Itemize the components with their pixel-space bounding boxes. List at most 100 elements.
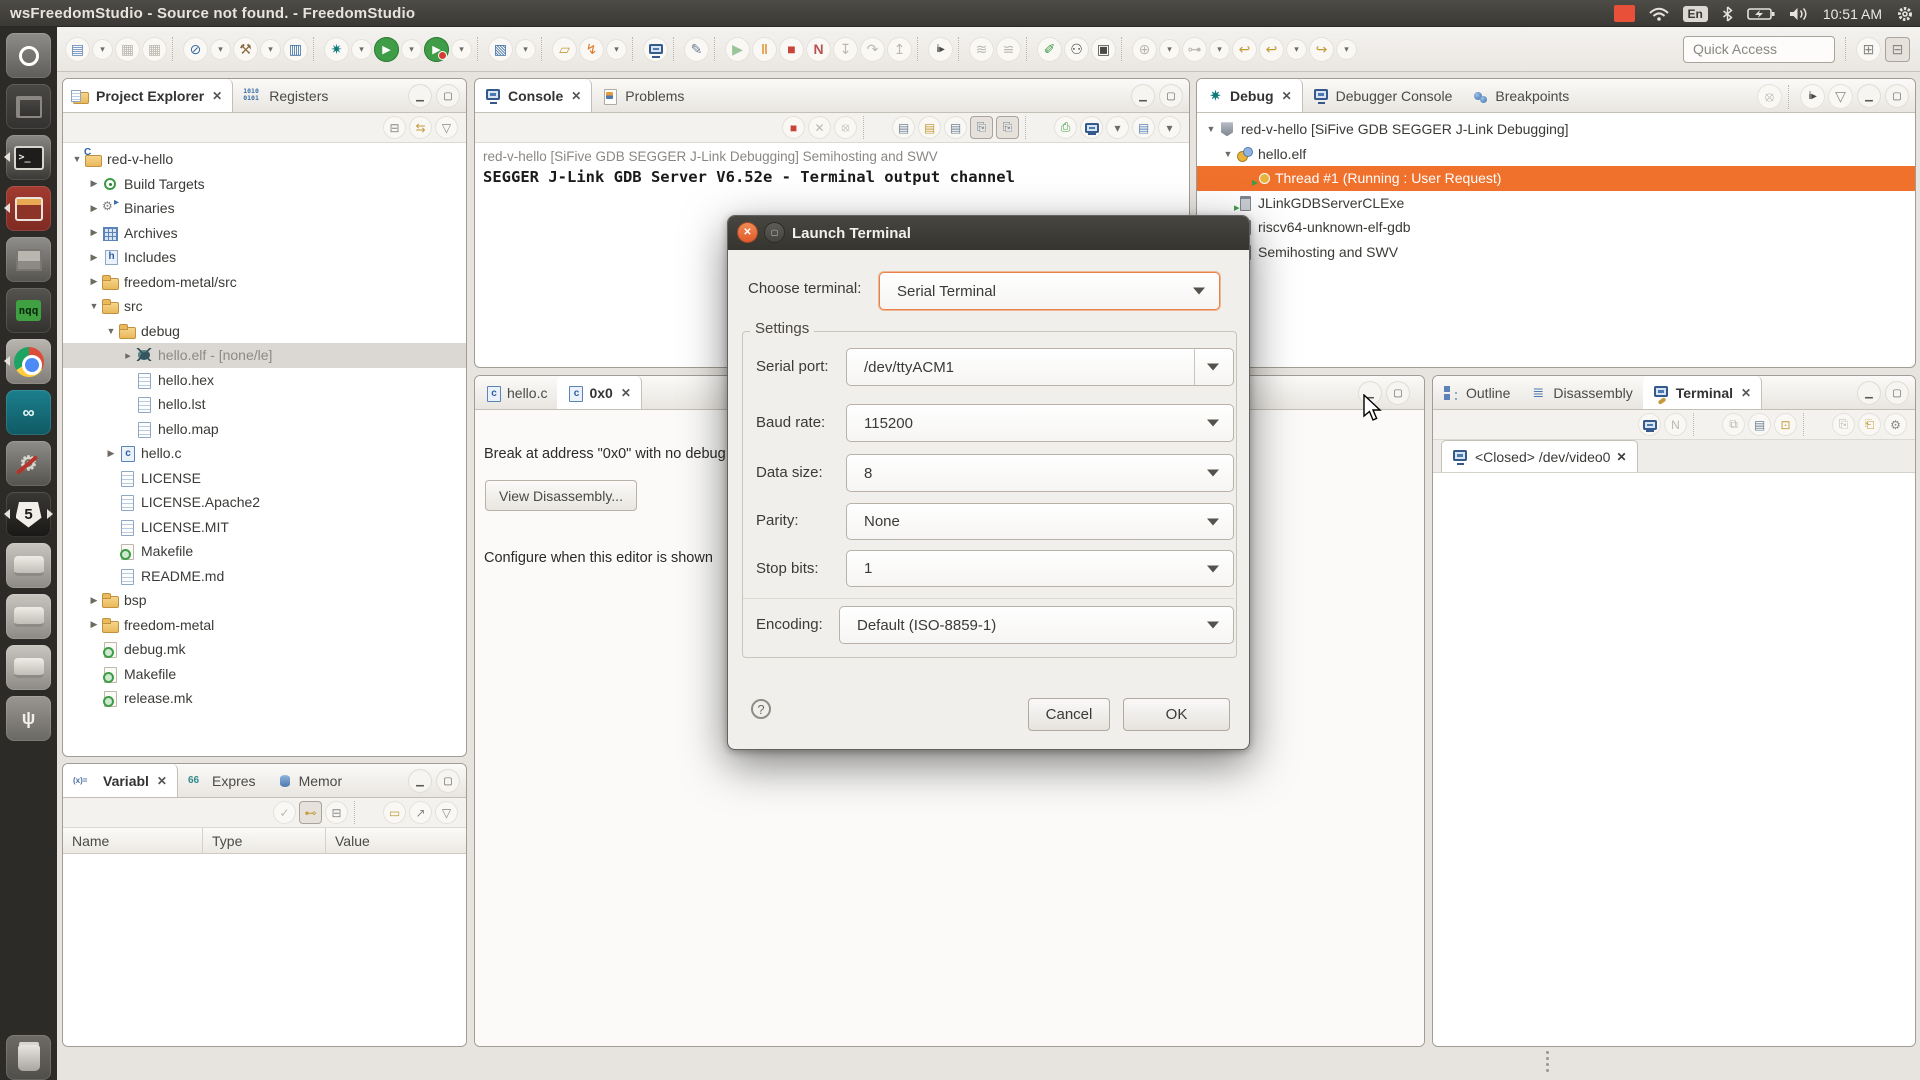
toolbar-icon[interactable]: ▾: [351, 38, 372, 60]
console-tool-icon[interactable]: ▤: [944, 116, 967, 139]
launcher-item[interactable]: [6, 186, 51, 231]
launcher-item[interactable]: >_: [6, 135, 51, 180]
toolbar-icon[interactable]: ▾: [451, 38, 472, 60]
toolbar-icon[interactable]: ▾: [260, 38, 281, 60]
launcher-item[interactable]: [6, 543, 51, 588]
cancel-button[interactable]: Cancel: [1028, 698, 1110, 731]
toolbar-icon[interactable]: [313, 37, 319, 61]
tab-problems[interactable]: Problems: [592, 79, 694, 112]
serial-port-select[interactable]: /dev/ttyACM1: [846, 348, 1234, 386]
tree-item[interactable]: LICENSE.MIT: [63, 515, 466, 540]
toolbar-icon[interactable]: ▾: [515, 38, 536, 60]
tab-outline[interactable]: Outline: [1433, 376, 1520, 409]
tree-item[interactable]: debug.mk: [63, 637, 466, 662]
toolbar-icon[interactable]: ▶: [725, 36, 750, 62]
minimize-button[interactable]: ▁: [1131, 84, 1155, 108]
toolbar-icon[interactable]: ↯: [579, 36, 604, 62]
parity-select[interactable]: None: [846, 503, 1234, 540]
toolbar-icon[interactable]: [172, 37, 178, 61]
variables-tool-icon[interactable]: ⊷: [299, 801, 322, 824]
minimize-button[interactable]: ▁: [1857, 381, 1881, 405]
toolbar-icon[interactable]: ≌: [996, 36, 1021, 62]
tree-item[interactable]: LICENSE.Apache2: [63, 490, 466, 515]
maximize-button[interactable]: ▢: [436, 84, 460, 108]
terminal-tool-icon[interactable]: ⚙: [1884, 413, 1907, 436]
launcher-item[interactable]: ⚙: [6, 441, 51, 486]
terminal-tool-icon[interactable]: [1693, 413, 1716, 436]
twistie[interactable]: [86, 276, 102, 287]
twistie[interactable]: [103, 326, 119, 336]
quick-access-input[interactable]: [1683, 35, 1835, 63]
toolbar-icon[interactable]: ↧: [833, 36, 858, 62]
launcher-item[interactable]: [6, 594, 51, 639]
column-name[interactable]: Name: [63, 828, 203, 853]
help-icon[interactable]: ?: [751, 699, 771, 719]
console-tool-icon[interactable]: [863, 116, 886, 139]
toolbar-icon[interactable]: [632, 37, 638, 61]
variables-tool-icon[interactable]: ⊟: [325, 801, 348, 824]
toolbar-icon[interactable]: ▱: [552, 36, 577, 62]
console-tool-icon[interactable]: ▾: [1106, 116, 1129, 139]
tree-item[interactable]: freedom-metal/src: [63, 270, 466, 295]
tree-item[interactable]: hello.map: [63, 417, 466, 442]
toolbar-icon[interactable]: [477, 37, 483, 61]
twistie[interactable]: [1203, 124, 1219, 134]
toolbar-icon[interactable]: [1026, 37, 1032, 61]
tree-item[interactable]: Makefile: [63, 539, 466, 564]
toolbar-icon[interactable]: ▶: [424, 36, 449, 62]
debug-tree-item[interactable]: JLinkGDBServerCLExe: [1197, 191, 1915, 216]
launcher-item[interactable]: [6, 237, 51, 282]
toolbar-icon[interactable]: ↩: [1259, 36, 1284, 62]
toolbar-icon[interactable]: ▾: [606, 38, 627, 60]
toolbar-icon[interactable]: ↩: [1232, 36, 1257, 62]
toolbar-icon[interactable]: ▶: [374, 36, 399, 62]
clock[interactable]: 10:51 AM: [1823, 6, 1882, 22]
tree-item[interactable]: release.mk: [63, 686, 466, 711]
column-type[interactable]: Type: [203, 828, 326, 853]
tab-debug[interactable]: Debug✕: [1197, 79, 1303, 112]
toolbar-icon[interactable]: [958, 37, 964, 61]
toolbar-icon[interactable]: N: [806, 36, 831, 62]
battery-icon[interactable]: [1747, 7, 1775, 21]
tab-registers[interactable]: 1010 0101 Registers: [233, 79, 338, 112]
toolbar-icon[interactable]: ▣: [1091, 36, 1116, 62]
console-tool-icon[interactable]: ⎘: [970, 116, 993, 139]
twistie[interactable]: [69, 154, 85, 164]
debug-tool-icon[interactable]: i▸: [1800, 84, 1825, 109]
keyboard-layout-indicator[interactable]: En: [1682, 5, 1708, 22]
tree-item[interactable]: hello.hex: [63, 368, 466, 393]
panel-tool-icon[interactable]: ⇆: [409, 116, 432, 139]
terminal-tool-icon[interactable]: [1638, 413, 1661, 436]
baud-rate-select[interactable]: 115200: [846, 404, 1234, 442]
terminal-tool-icon[interactable]: ▤: [1748, 413, 1771, 436]
toolbar-icon[interactable]: ⊶: [1182, 36, 1207, 62]
console-tool-icon[interactable]: ⎘: [996, 116, 1019, 139]
toolbar-icon[interactable]: ≋: [969, 36, 994, 62]
toolbar-icon[interactable]: ⚇: [1064, 36, 1089, 62]
toolbar-icon[interactable]: [541, 37, 547, 61]
terminal-tool-icon[interactable]: [1803, 413, 1826, 436]
tree-item[interactable]: README.md: [63, 564, 466, 589]
twistie[interactable]: [86, 595, 102, 606]
debug-tree-item[interactable]: hello.elf: [1197, 142, 1915, 167]
terminal-tool-icon[interactable]: N: [1664, 413, 1687, 436]
launcher-item[interactable]: [6, 84, 51, 129]
tab-project-explorer[interactable]: Project Explorer ✕: [63, 79, 234, 112]
close-icon[interactable]: ✕: [157, 774, 167, 788]
toolbar-icon[interactable]: ▾: [1336, 38, 1357, 60]
maximize-button[interactable]: ▢: [1159, 84, 1183, 108]
stop-bits-select[interactable]: 1: [846, 550, 1234, 587]
toolbar-icon[interactable]: ‖: [752, 36, 777, 62]
maximize-button[interactable]: ▢: [436, 769, 460, 793]
twistie[interactable]: [86, 203, 102, 214]
close-icon[interactable]: ✕: [1741, 386, 1751, 400]
launcher-item[interactable]: [6, 645, 51, 690]
tree-item[interactable]: freedom-metal: [63, 613, 466, 638]
close-icon[interactable]: ✕: [571, 89, 581, 103]
toolbar-icon[interactable]: [1121, 37, 1127, 61]
tab-breakpoints[interactable]: Breakpoints: [1462, 79, 1579, 112]
toolbar-icon[interactable]: ▾: [1209, 38, 1230, 60]
terminal-session-tab[interactable]: <Closed> /dev/video0 ✕: [1441, 440, 1638, 472]
minimize-button[interactable]: ▁: [408, 84, 432, 108]
tab-memory[interactable]: Memor: [266, 764, 353, 797]
